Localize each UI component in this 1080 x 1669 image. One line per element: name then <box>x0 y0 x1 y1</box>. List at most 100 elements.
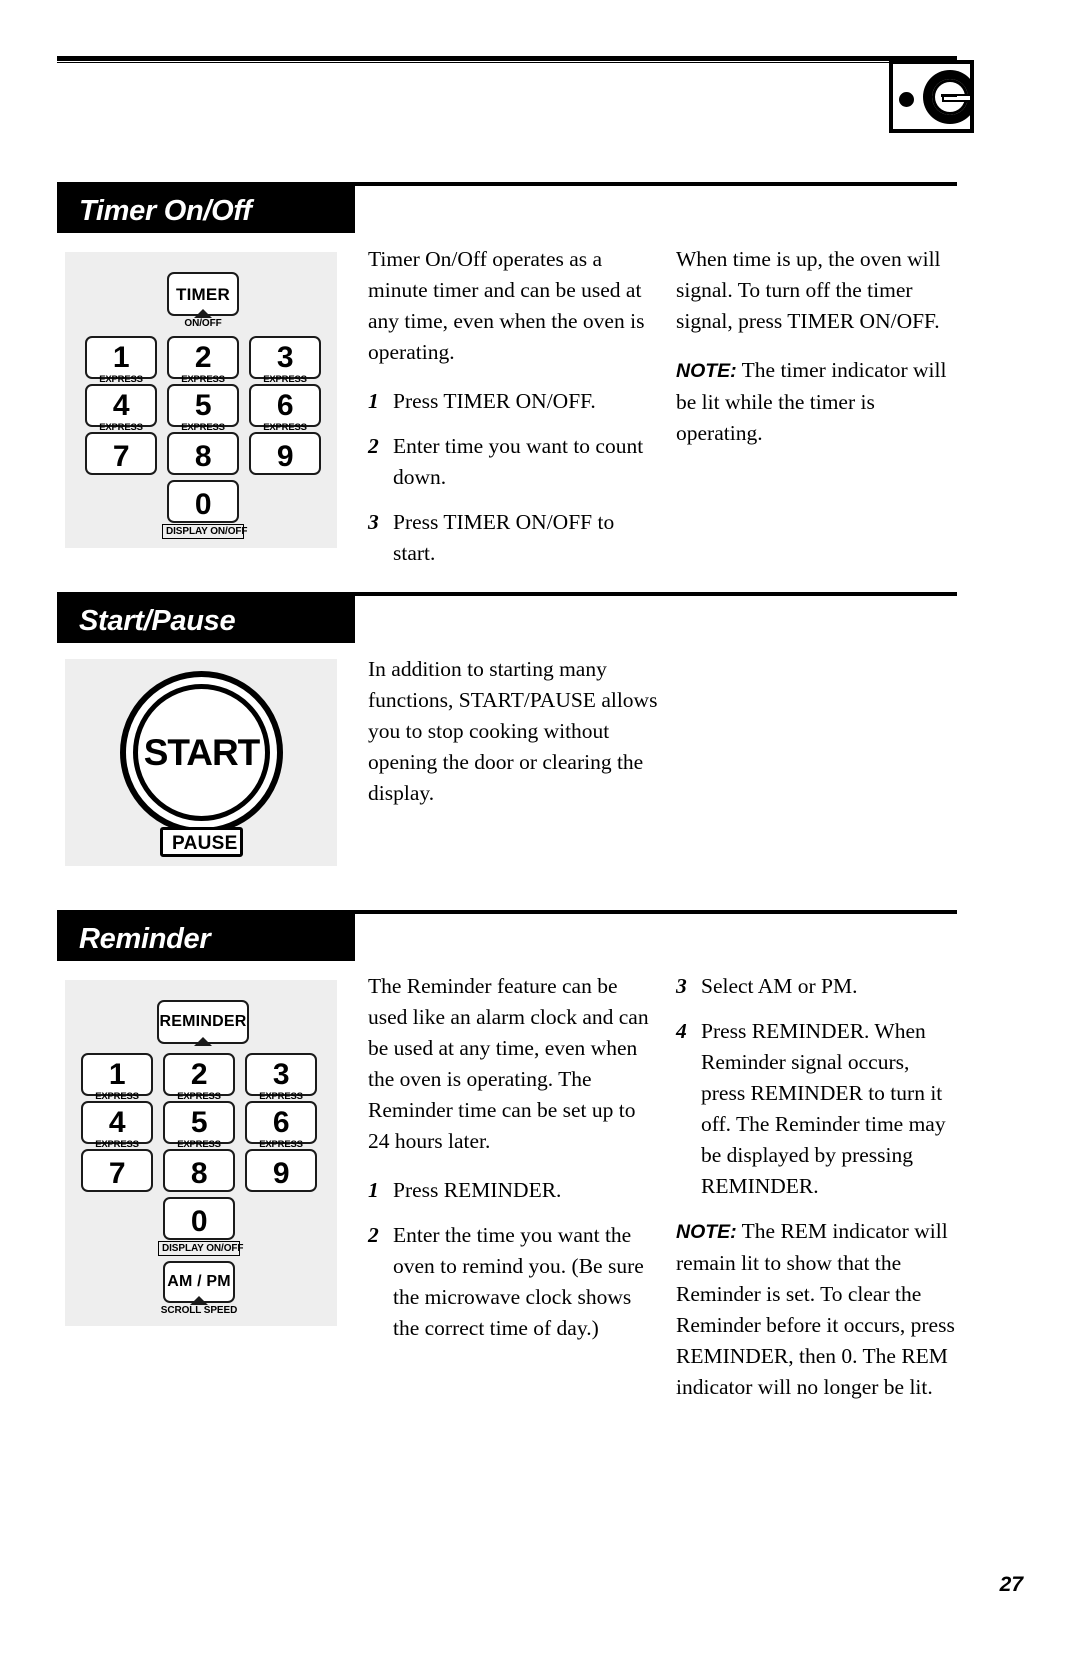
timer-note-paragraph: NOTE: The timer indicator will be lit wh… <box>676 355 958 449</box>
reminder-intro-paragraph: The Reminder feature can be used like an… <box>368 974 649 1153</box>
key-4-number: 4 <box>112 389 130 422</box>
reminder-step-2: 2 Enter the time you want the oven to re… <box>368 1220 653 1344</box>
timer-text-column-1: Timer On/Off operates as a minute timer … <box>368 244 653 583</box>
key-am-pm-tab-icon <box>190 1296 208 1305</box>
key-1-number: 1 <box>108 1058 126 1091</box>
key-0-number: 0 <box>190 1205 208 1238</box>
page-top-rule <box>57 56 957 61</box>
reminder-note-paragraph: NOTE: The REM indicator will remain lit … <box>676 1216 958 1403</box>
key-0[interactable]: 0 <box>163 1197 235 1240</box>
reminder-step-3: 3 Select AM or PM. <box>676 971 958 1002</box>
timer-step-1-text: Press TIMER ON/OFF. <box>393 389 596 413</box>
reminder-step-1: 1 Press REMINDER. <box>368 1175 653 1206</box>
logo-dot-icon <box>899 92 914 107</box>
pause-button[interactable]: PAUSE <box>160 827 243 857</box>
key-reminder-tab-icon <box>194 1037 212 1046</box>
reminder-step-2-number: 2 <box>368 1223 379 1247</box>
key-8-number: 8 <box>190 1157 208 1190</box>
key-2-number: 2 <box>194 341 212 374</box>
reminder-step-1-number: 1 <box>368 1178 379 1202</box>
key-8[interactable]: 8 <box>167 432 239 475</box>
key-9-number: 9 <box>276 440 294 473</box>
reminder-note-label: NOTE: <box>676 1221 737 1243</box>
key-reminder-label: REMINDER <box>159 1013 247 1030</box>
key-3[interactable]: 3 EXPRESS COOK <box>245 1053 317 1111</box>
key-2-number: 2 <box>190 1058 208 1091</box>
key-2[interactable]: 2 EXPRESS COOK <box>163 1053 235 1111</box>
reminder-step-3-text: Select AM or PM. <box>701 974 858 998</box>
timer-step-3-text: Press TIMER ON/OFF to start. <box>393 510 615 565</box>
key-8-number: 8 <box>194 440 212 473</box>
reminder-step-4-text: Press REMINDER. When Reminder signal occ… <box>701 1019 946 1198</box>
key-3[interactable]: 3 EXPRESS COOK <box>249 336 321 394</box>
timer-intro-paragraph: Timer On/Off operates as a minute timer … <box>368 247 645 364</box>
key-am-pm-caption-scroll-speed: SCROLL SPEED <box>160 1305 238 1316</box>
ge-logo-box <box>889 60 974 133</box>
pause-button-label: PAUSE <box>172 833 238 854</box>
reminder-step-2-text: Enter the time you want the oven to remi… <box>393 1223 644 1340</box>
key-4[interactable]: 4 EXPRESS COOK <box>81 1101 153 1159</box>
key-3-number: 3 <box>272 1058 290 1091</box>
section-header-timer: Timer On/Off <box>57 186 355 233</box>
key-9[interactable]: 9 <box>249 432 321 475</box>
key-timer-tab-icon <box>194 309 212 318</box>
key-0[interactable]: 0 <box>167 480 239 523</box>
start-button-label: START <box>143 731 261 773</box>
timer-text-column-2: When time is up, the oven will signal. T… <box>676 244 958 467</box>
key-timer-label: TIMER <box>176 285 230 304</box>
key-1[interactable]: 1 EXPRESS COOK <box>85 336 157 394</box>
key-4[interactable]: 4 EXPRESS COOK <box>85 384 157 442</box>
key-5[interactable]: 5 EXPRESS COOK <box>167 384 239 442</box>
key-6[interactable]: 6 EXPRESS COOK <box>249 384 321 442</box>
reminder-step-1-text: Press REMINDER. <box>393 1178 562 1202</box>
key-5-number: 5 <box>194 389 212 422</box>
section-title-start-pause: Start/Pause <box>79 605 236 637</box>
key-5[interactable]: 5 EXPRESS COOK <box>163 1101 235 1159</box>
key-6-number: 6 <box>276 389 294 422</box>
key-5-number: 5 <box>190 1106 208 1139</box>
key-0-number: 0 <box>194 488 212 521</box>
key-6-number: 6 <box>272 1106 290 1139</box>
timer-signal-paragraph: When time is up, the oven will signal. T… <box>676 247 941 333</box>
key-timer-caption: ON/OFF <box>184 318 222 329</box>
key-6[interactable]: 6 EXPRESS COOK <box>245 1101 317 1159</box>
key-0-caption-display-on-off: DISPLAY ON/OFF <box>162 524 248 539</box>
section-header-reminder: Reminder <box>57 914 355 961</box>
timer-step-2: 2 Enter time you want to count down. <box>368 431 653 493</box>
reminder-step-4-number: 4 <box>676 1019 687 1043</box>
timer-step-3: 3 Press TIMER ON/OFF to start. <box>368 507 653 569</box>
key-4-number: 4 <box>108 1106 126 1139</box>
start-pause-illustration: START PAUSE <box>65 659 337 866</box>
key-7-number: 7 <box>108 1157 126 1190</box>
manual-page: Timer On/Off TIMER ON/OFF 1 EXPRESS COOK… <box>0 0 1080 1669</box>
reminder-text-column-1: The Reminder feature can be used like an… <box>368 971 653 1358</box>
key-7[interactable]: 7 <box>85 432 157 475</box>
key-8[interactable]: 8 <box>163 1149 235 1192</box>
key-7-number: 7 <box>112 440 130 473</box>
page-number: 27 <box>999 1573 1023 1596</box>
keypad-illustration-reminder: REMINDER 1 EXPRESS COOK 2 EXPRESS COOK 3… <box>65 980 337 1326</box>
reminder-step-3-number: 3 <box>676 974 687 998</box>
key-9[interactable]: 9 <box>245 1149 317 1192</box>
timer-step-2-text: Enter time you want to count down. <box>393 434 644 489</box>
timer-step-2-number: 2 <box>368 434 379 458</box>
timer-step-1: 1 Press TIMER ON/OFF. <box>368 386 653 417</box>
reminder-text-column-2: 3 Select AM or PM. 4 Press REMINDER. Whe… <box>676 971 958 1421</box>
key-3-number: 3 <box>276 341 294 374</box>
timer-step-1-number: 1 <box>368 389 379 413</box>
start-button[interactable]: START <box>120 671 283 834</box>
key-2[interactable]: 2 EXPRESS COOK <box>167 336 239 394</box>
key-0-caption-display-on-off: DISPLAY ON/OFF <box>158 1241 244 1256</box>
key-am-pm-label: AM / PM <box>167 1273 231 1290</box>
section-title-reminder: Reminder <box>79 923 211 955</box>
page-top-rule-thin <box>57 62 957 63</box>
key-1[interactable]: 1 EXPRESS COOK <box>81 1053 153 1111</box>
timer-note-label: NOTE: <box>676 360 737 382</box>
timer-step-3-number: 3 <box>368 510 379 534</box>
section-title-timer: Timer On/Off <box>79 195 252 227</box>
key-7[interactable]: 7 <box>81 1149 153 1192</box>
start-button-inner: START <box>133 684 270 821</box>
start-pause-intro-paragraph: In addition to starting many functions, … <box>368 657 658 805</box>
start-pause-text-column-1: In addition to starting many functions, … <box>368 654 658 827</box>
reminder-note-text: The REM indicator will remain lit to sho… <box>676 1219 955 1399</box>
